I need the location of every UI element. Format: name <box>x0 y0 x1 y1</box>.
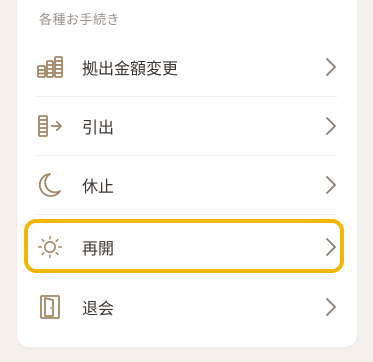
coins-stack-icon <box>37 54 63 80</box>
chevron-right-icon <box>325 117 337 135</box>
chevron-right-icon <box>325 238 337 256</box>
chevron-right-icon <box>325 176 337 194</box>
menu-item-label: 退会 <box>82 299 115 318</box>
menu-item-pause[interactable]: 休止 <box>37 156 337 215</box>
menu-item-label: 休止 <box>82 177 115 196</box>
sun-icon <box>37 234 63 260</box>
menu-item-label: 引出 <box>82 118 115 137</box>
menu-item-label: 拠出金額変更 <box>82 59 179 78</box>
section-title: 各種お手続き <box>39 13 121 28</box>
menu-item-resume[interactable]: 再開 <box>37 218 337 276</box>
menu-item-withdraw-membership[interactable]: 退会 <box>37 278 337 336</box>
chevron-right-icon <box>325 298 337 316</box>
menu-item-label: 再開 <box>82 239 115 258</box>
menu-item-withdraw[interactable]: 引出 <box>37 97 337 156</box>
menu-item-change-contribution[interactable]: 拠出金額変更 <box>37 38 337 97</box>
door-exit-icon <box>37 294 63 320</box>
withdraw-icon <box>37 113 63 139</box>
chevron-right-icon <box>325 58 337 76</box>
moon-icon <box>37 172 63 198</box>
procedures-card: 各種お手続き 拠出金額変更 引出 休止 再開 退会 <box>17 0 357 347</box>
